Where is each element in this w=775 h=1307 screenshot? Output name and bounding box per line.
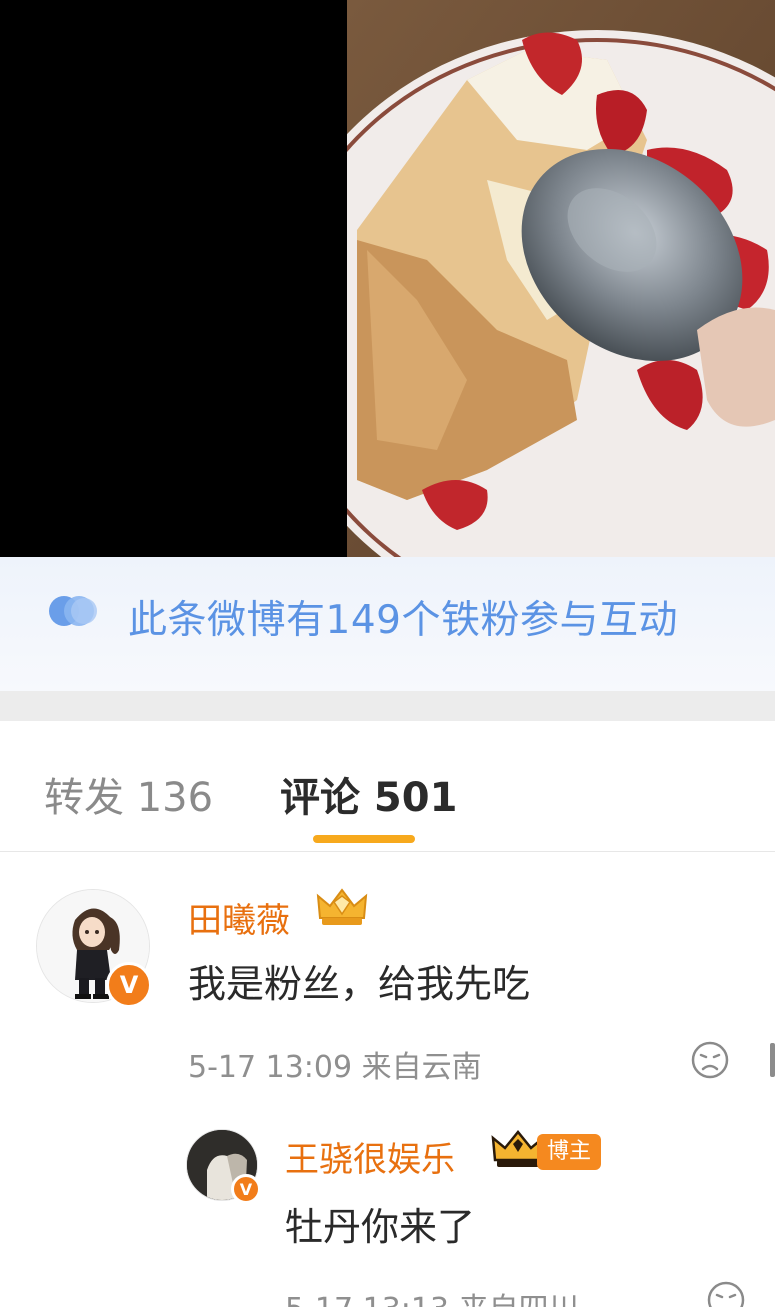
scroll-edge-indicator: [770, 1043, 775, 1077]
reply-meta: 5-17 13:13 来自四川: [285, 1284, 579, 1307]
tab-comments[interactable]: 评论 501: [280, 765, 457, 823]
host-tag: 博主: [537, 1134, 602, 1170]
reply-username[interactable]: 王骁很娱乐: [285, 1132, 455, 1181]
media-black-panel: [0, 0, 347, 557]
fans-banner-text: 此条微博有149个铁粉参与互动: [128, 598, 678, 643]
section-divider: [0, 691, 775, 721]
fans-double-circle-icon: [49, 596, 97, 626]
media-photo-cake[interactable]: [347, 0, 775, 557]
weibo-post-detail: 此条微博有149个铁粉参与互动 转发 136 评论 501 V 田曦薇 我是粉丝…: [0, 0, 775, 1307]
sad-face-icon[interactable]: [690, 1040, 730, 1080]
verified-badge-icon: V: [106, 962, 152, 1008]
sad-face-icon[interactable]: [706, 1280, 746, 1307]
verified-badge-icon: V: [231, 1174, 261, 1204]
comment-meta: 5-17 13:09 来自云南: [188, 1050, 482, 1085]
active-tab-indicator: [313, 835, 415, 843]
reply-text: 牡丹你来了: [285, 1205, 476, 1249]
post-media[interactable]: [0, 0, 775, 557]
crown-gem-icon: [316, 888, 368, 925]
comment-username[interactable]: 田曦薇: [188, 893, 290, 942]
interaction-tabs: 转发 136 评论 501: [0, 721, 775, 852]
comment-text: 我是粉丝，给我先吃: [188, 962, 531, 1006]
fans-interaction-banner[interactable]: 此条微博有149个铁粉参与互动: [0, 557, 775, 691]
tab-repost[interactable]: 转发 136: [44, 765, 213, 823]
